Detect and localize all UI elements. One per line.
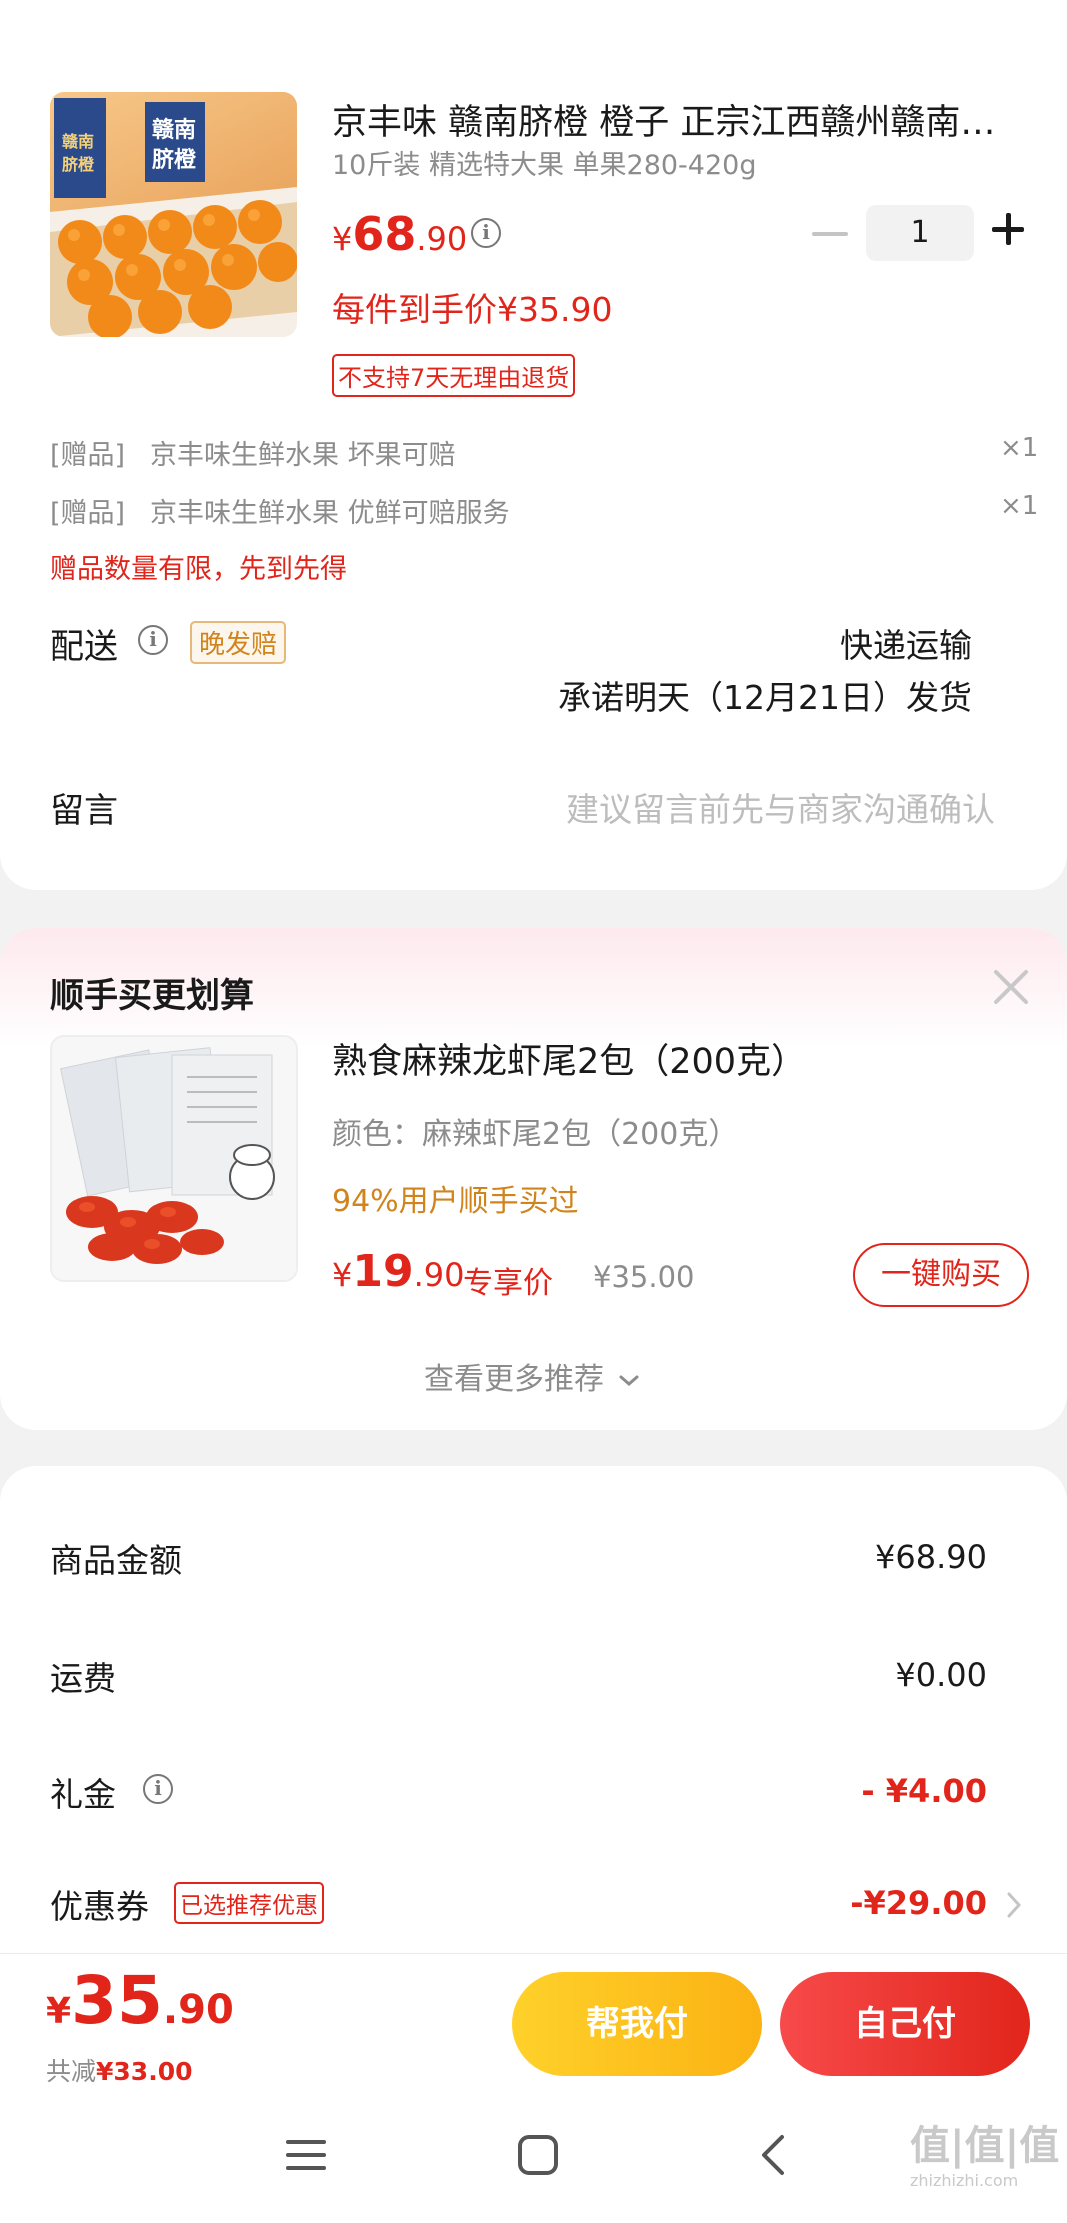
- delivery-label: 配送: [50, 627, 118, 667]
- gift-qty: ×1: [1000, 433, 1039, 463]
- info-icon[interactable]: i: [143, 1774, 173, 1804]
- addon-price: ¥19.90: [332, 1246, 464, 1297]
- quantity-decrease-button[interactable]: [812, 232, 848, 236]
- checkout-bar: ¥35.90 共减¥33.00 帮我付 自己付: [0, 1953, 1067, 2093]
- orange-box-illustration: 赣南 脐橙 赣南 脐橙: [50, 92, 297, 337]
- close-icon[interactable]: [992, 968, 1030, 1006]
- price-decimal: .90: [413, 1256, 465, 1294]
- svg-text:脐橙: 脐橙: [152, 147, 197, 173]
- coupon-tag: 已选推荐优惠: [174, 1882, 324, 1924]
- return-policy-tag: 不支持7天无理由退货: [332, 354, 576, 397]
- addon-image[interactable]: [50, 1035, 298, 1282]
- items-amount-label: 商品金额: [50, 1541, 182, 1580]
- info-icon[interactable]: i: [138, 625, 168, 655]
- svg-text:脐橙: 脐橙: [62, 155, 95, 174]
- gift-note: 赠品数量有限，先到先得: [50, 554, 347, 585]
- gift-money-label: 礼金: [50, 1775, 116, 1814]
- shipping-label: 运费: [50, 1659, 116, 1698]
- message-input[interactable]: 建议留言前先与商家沟通确认: [566, 783, 995, 831]
- gift-tag: [赠品]: [50, 440, 126, 471]
- late-delivery-tag: 晚发赔: [190, 621, 287, 664]
- svg-text:赣南: 赣南: [152, 117, 196, 143]
- watermark: 值|值|值 zhizhizhi.com: [910, 2113, 1059, 2190]
- back-icon[interactable]: [752, 2133, 796, 2177]
- coupon-value[interactable]: -¥29.00: [850, 1884, 987, 1922]
- discount-value: ¥33.00: [96, 2057, 193, 2086]
- home-icon[interactable]: [516, 2133, 560, 2177]
- product-title[interactable]: 京丰味 赣南脐橙 橙子 正宗江西赣州赣南…: [332, 94, 995, 145]
- delivery-method[interactable]: 快递运输: [840, 619, 972, 667]
- shipping-value: ¥0.00: [895, 1656, 987, 1694]
- delivery-promise: 承诺明天（12月21日）发货: [558, 678, 972, 717]
- crayfish-pack-illustration: [52, 1037, 296, 1280]
- total-price: ¥35.90: [46, 1962, 234, 2039]
- menu-icon[interactable]: [284, 2133, 328, 2177]
- watermark-url: zhizhizhi.com: [910, 2171, 1019, 2190]
- items-amount-value: ¥68.90: [875, 1538, 987, 1576]
- product-card: 赣南 脐橙 赣南 脐橙 京丰味 赣南脐橙 橙子 正宗江西赣州赣南… 10斤装 精…: [0, 0, 1067, 890]
- chevron-down-icon: [619, 1375, 639, 1386]
- info-icon[interactable]: i: [471, 218, 501, 248]
- price-decimal: .90: [416, 220, 468, 258]
- more-recommendations-link[interactable]: 查看更多推荐: [424, 1354, 640, 1398]
- gift-name[interactable]: 京丰味生鲜水果 优鲜可赔服务: [150, 491, 510, 530]
- chevron-right-icon[interactable]: [1006, 1891, 1022, 1919]
- final-price-text: 每件到手价¥35.90: [332, 290, 613, 329]
- quantity-increase-button[interactable]: [992, 212, 1028, 248]
- quantity-input[interactable]: 1: [866, 205, 974, 261]
- more-recommendations-label: 查看更多推荐: [424, 1362, 604, 1397]
- product-spec[interactable]: 10斤装 精选特大果 单果280-420g: [332, 143, 756, 182]
- gift-tag: [赠品]: [50, 498, 126, 529]
- total-discount: 共减¥33.00: [46, 2052, 193, 2088]
- gift-name[interactable]: 京丰味生鲜水果 坏果可赔: [150, 433, 456, 472]
- help-me-pay-button[interactable]: 帮我付: [512, 1972, 762, 2076]
- price-integer: 35: [71, 1962, 163, 2039]
- price-symbol: ¥: [332, 220, 353, 258]
- addon-section-title: 顺手买更划算: [50, 976, 254, 1016]
- gift-money-value: - ¥4.00: [861, 1772, 987, 1810]
- price-integer: 68: [352, 207, 417, 261]
- coupon-label: 优惠券: [50, 1887, 149, 1926]
- addon-card: 顺手买更划算 熟食麻辣龙虾尾2包（200克） 颜色：麻辣虾尾2包（200克） 9…: [0, 928, 1067, 1430]
- addon-price-label: 专享价: [463, 1266, 553, 1301]
- price-summary-card: 商品金额 ¥68.90 运费 ¥0.00 礼金 i - ¥4.00 优惠券 已选…: [0, 1466, 1067, 1966]
- product-image[interactable]: 赣南 脐橙 赣南 脐橙: [50, 92, 297, 337]
- message-label: 留言: [50, 791, 118, 831]
- gift-qty: ×1: [1000, 491, 1039, 521]
- price-integer: 19: [352, 1246, 414, 1297]
- one-click-buy-button[interactable]: 一键购买: [853, 1243, 1029, 1307]
- price-decimal: .90: [162, 1987, 234, 2033]
- product-price: ¥68.90: [332, 207, 467, 261]
- watermark-logo: 值|值|值: [910, 2123, 1060, 2169]
- addon-original-price: ¥35.00: [593, 1260, 695, 1294]
- addon-social-proof: 94%用户顺手买过: [332, 1184, 579, 1219]
- price-symbol: ¥: [46, 1991, 72, 2032]
- system-nav-bar: 值|值|值 zhizhizhi.com: [0, 2093, 1067, 2223]
- pay-myself-button[interactable]: 自己付: [780, 1972, 1030, 2076]
- addon-spec[interactable]: 颜色：麻辣虾尾2包（200克）: [332, 1109, 738, 1153]
- discount-prefix: 共减: [46, 2057, 97, 2086]
- price-symbol: ¥: [332, 1256, 353, 1294]
- svg-text:赣南: 赣南: [62, 132, 94, 151]
- addon-name[interactable]: 熟食麻辣龙虾尾2包（200克）: [332, 1033, 806, 1084]
